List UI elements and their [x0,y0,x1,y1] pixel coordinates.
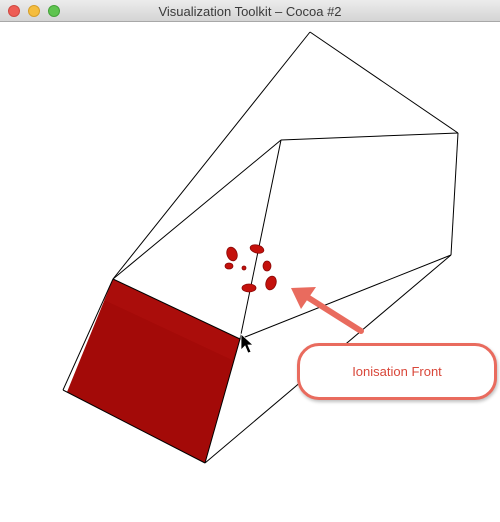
callout-label: Ionisation Front [352,364,442,379]
blob [265,275,277,291]
arrow-cursor-icon [240,333,255,354]
vtk-window: Visualization Toolkit – Cocoa #2 Ionisat… [0,0,500,522]
title-bar[interactable]: Visualization Toolkit – Cocoa #2 [0,0,500,22]
blob [226,246,238,262]
blob [241,283,257,293]
render-viewport[interactable] [0,22,500,522]
ionisation-front-blobs [224,244,277,293]
ionisation-front-callout: Ionisation Front [297,343,497,400]
blob [262,260,272,272]
window-title: Visualization Toolkit – Cocoa #2 [158,4,342,19]
blob [241,265,247,271]
blob [224,262,234,270]
blob [249,244,265,254]
annotation-arrow-shaft [301,292,364,334]
